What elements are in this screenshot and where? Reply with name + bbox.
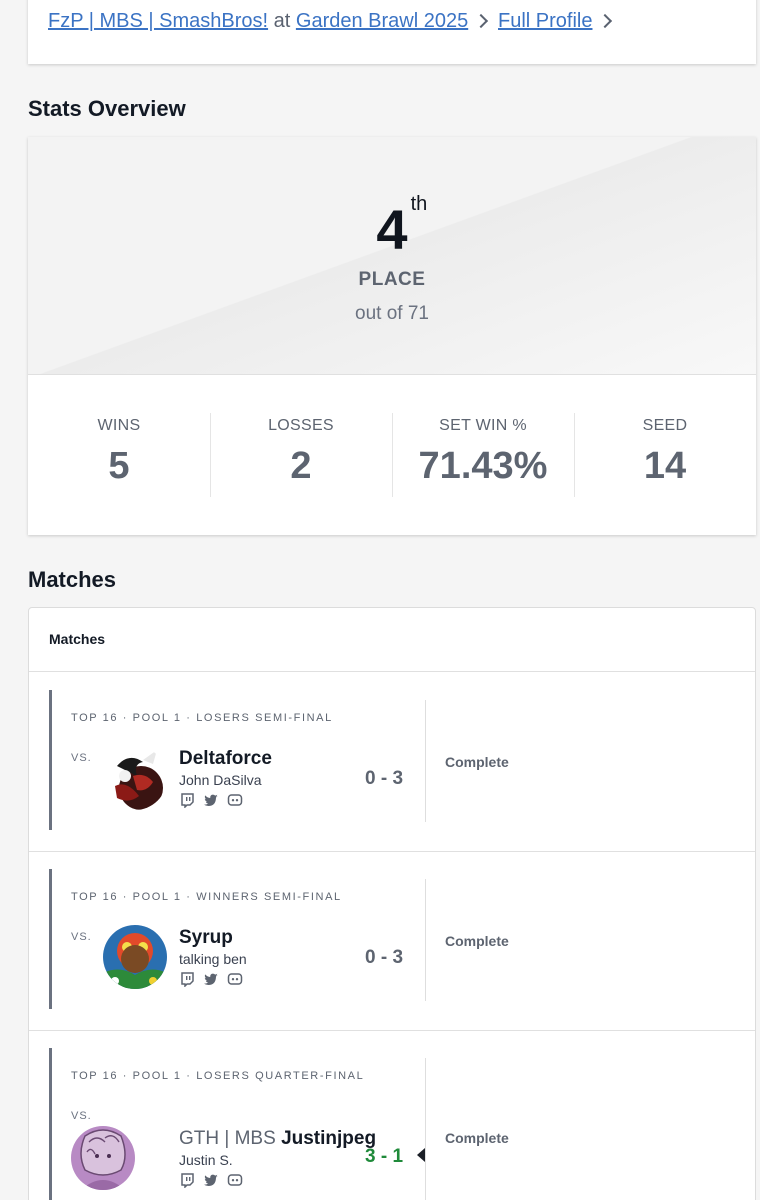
stat-label: SET WIN % xyxy=(439,417,527,434)
opponent-real-name: John DaSilva xyxy=(179,772,262,788)
social-links xyxy=(179,792,243,809)
vs-label: VS. xyxy=(71,931,92,943)
player-event-card: FzP | MBS | SmashBros! at Garden Brawl 2… xyxy=(28,0,756,64)
opponent-prefix: GTH | MBS xyxy=(179,1128,276,1149)
match-round: TOP 16 · POOL 1 · LOSERS QUARTER-FINAL xyxy=(71,1070,365,1082)
match-round: TOP 16 · POOL 1 · WINNERS SEMI-FINAL xyxy=(71,891,342,903)
twitch-icon[interactable] xyxy=(179,792,195,809)
stat-value: 14 xyxy=(643,445,687,487)
match-result-bar xyxy=(49,690,52,830)
stat-losses: LOSSES 2 xyxy=(210,375,392,535)
match-divider xyxy=(425,879,426,1001)
opponent-name[interactable]: Deltaforce xyxy=(179,748,272,770)
event-link[interactable]: Garden Brawl 2025 xyxy=(296,10,468,32)
twitch-icon[interactable] xyxy=(179,1172,195,1189)
twitter-icon[interactable] xyxy=(203,971,219,987)
match-result-bar xyxy=(49,869,52,1009)
match-score: 0 - 3 xyxy=(365,947,404,968)
avatar[interactable] xyxy=(103,925,167,989)
twitter-icon[interactable] xyxy=(203,792,219,808)
match-result-bar xyxy=(49,1048,52,1200)
match-row[interactable]: TOP 16 · POOL 1 · LOSERS SEMI-FINAL VS. … xyxy=(29,672,755,852)
avatar[interactable] xyxy=(71,1126,135,1190)
discord-icon[interactable] xyxy=(227,792,243,808)
match-row[interactable]: TOP 16 · POOL 1 · LOSERS QUARTER-FINAL V… xyxy=(29,1030,755,1200)
player-link[interactable]: FzP | MBS | SmashBros! xyxy=(48,10,268,32)
match-divider xyxy=(425,700,426,822)
place-label: PLACE xyxy=(358,269,426,290)
match-row[interactable]: TOP 16 · POOL 1 · WINNERS SEMI-FINAL VS.… xyxy=(29,851,755,1031)
vs-label: VS. xyxy=(71,1110,92,1122)
stat-label: SEED xyxy=(642,417,688,434)
social-links xyxy=(179,1172,243,1189)
stat-row: WINS 5 LOSSES 2 SET WIN % 71.43% SEED 14 xyxy=(28,375,756,535)
opponent-real-name: Justin S. xyxy=(179,1152,233,1168)
matches-title: Matches xyxy=(28,567,117,592)
match-score: 0 - 3 xyxy=(365,768,404,789)
matches-card: Matches TOP 16 · POOL 1 · LOSERS SEMI-FI… xyxy=(28,607,756,1200)
chevron-right-icon xyxy=(474,13,489,29)
opponent-tag: Syrup xyxy=(179,927,233,948)
stat-label: WINS xyxy=(97,417,141,434)
place-number: 4 xyxy=(376,198,408,261)
social-links xyxy=(179,971,243,988)
stat-set-win-percent: SET WIN % 71.43% xyxy=(392,375,574,535)
full-profile-link[interactable]: Full Profile xyxy=(498,10,592,32)
stat-seed: SEED 14 xyxy=(574,375,756,535)
stats-card: 4th PLACE out of 71 WINS 5 LOSSES 2 SET … xyxy=(28,137,756,535)
opponent-tag: Justinjpeg xyxy=(281,1128,377,1149)
twitter-icon[interactable] xyxy=(203,1172,219,1188)
stat-value: 71.43% xyxy=(418,445,548,487)
match-divider xyxy=(425,1058,426,1200)
opponent-name[interactable]: GTH | MBS Justinjpeg xyxy=(179,1128,376,1150)
at-text: at xyxy=(273,10,291,32)
match-status: Complete xyxy=(445,754,509,770)
stat-value: 2 xyxy=(290,445,312,487)
match-round: TOP 16 · POOL 1 · LOSERS SEMI-FINAL xyxy=(71,712,333,724)
twitch-icon[interactable] xyxy=(179,971,195,988)
stats-overview-title: Stats Overview xyxy=(28,96,186,121)
avatar[interactable] xyxy=(103,746,167,810)
discord-icon[interactable] xyxy=(227,971,243,987)
opponent-tag: Deltaforce xyxy=(179,748,272,769)
match-score: 3 - 1 xyxy=(365,1146,404,1167)
player-event-link-row: FzP | MBS | SmashBros! at Garden Brawl 2… xyxy=(48,10,489,33)
stat-label: LOSSES xyxy=(268,417,334,434)
discord-icon[interactable] xyxy=(227,1172,243,1188)
win-indicator-icon xyxy=(417,1148,425,1162)
stat-wins: WINS 5 xyxy=(28,375,210,535)
match-status: Complete xyxy=(445,1130,509,1146)
chevron-right-icon xyxy=(598,13,613,29)
stat-value: 5 xyxy=(108,445,130,487)
place-out-of: out of 71 xyxy=(355,303,429,324)
place-suffix: th xyxy=(410,193,428,215)
full-profile-link-row: Full Profile xyxy=(498,10,613,33)
opponent-real-name: talking ben xyxy=(179,951,247,967)
matches-card-header: Matches xyxy=(29,608,755,672)
placement-panel: 4th PLACE out of 71 xyxy=(28,137,756,375)
opponent-name[interactable]: Syrup xyxy=(179,927,233,949)
vs-label: VS. xyxy=(71,752,92,764)
match-status: Complete xyxy=(445,933,509,949)
placement-number: 4th xyxy=(28,193,756,262)
